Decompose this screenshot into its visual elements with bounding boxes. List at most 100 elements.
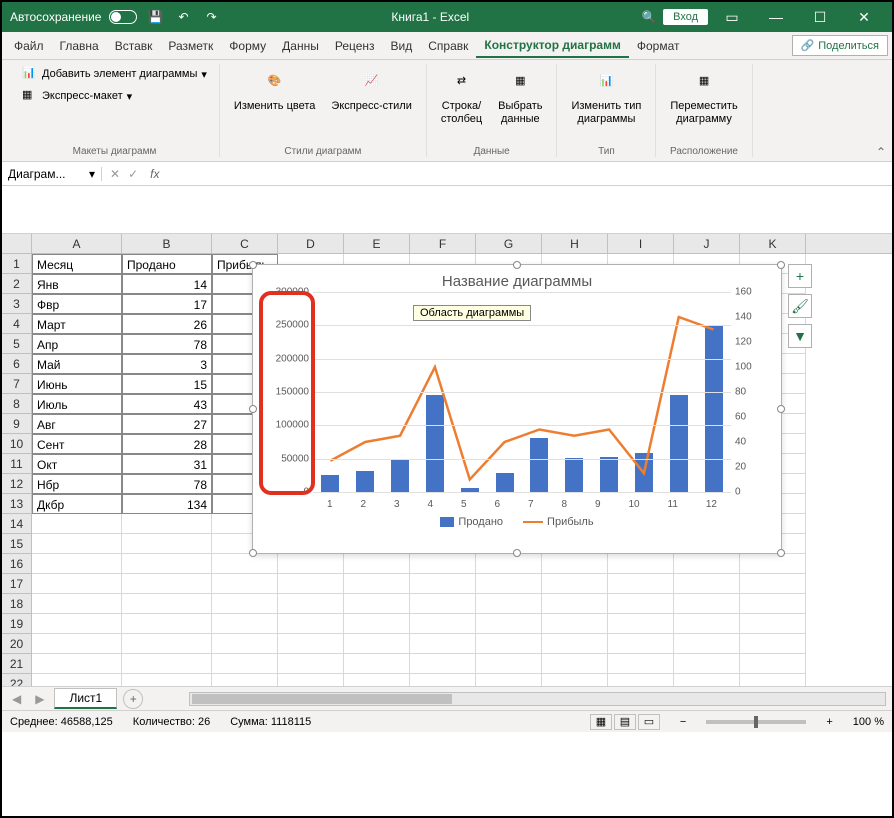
legend-line-item[interactable]: Прибыль <box>523 516 594 528</box>
add-chart-element-button[interactable]: 📊Добавить элемент диаграммы ▾ <box>18 64 211 84</box>
cell[interactable] <box>542 574 608 594</box>
col-header[interactable]: H <box>542 234 608 253</box>
cell[interactable] <box>608 614 674 634</box>
row-header[interactable]: 7 <box>2 374 32 394</box>
cell[interactable] <box>608 674 674 686</box>
tab-chart-design[interactable]: Конструктор диаграмм <box>476 34 628 58</box>
cell[interactable] <box>278 574 344 594</box>
cell[interactable] <box>542 554 608 574</box>
cell[interactable] <box>608 594 674 614</box>
row-header[interactable]: 16 <box>2 554 32 574</box>
col-header[interactable]: I <box>608 234 674 253</box>
cell[interactable] <box>278 594 344 614</box>
cell[interactable] <box>212 614 278 634</box>
cell[interactable] <box>278 674 344 686</box>
cell[interactable] <box>122 674 212 686</box>
tab-insert[interactable]: Вставк <box>107 35 161 57</box>
cell[interactable]: Июнь <box>32 374 122 394</box>
cell[interactable] <box>740 654 806 674</box>
cell[interactable] <box>740 594 806 614</box>
cell[interactable]: Продано <box>122 254 212 274</box>
zoom-thumb[interactable] <box>754 716 758 728</box>
row-header[interactable]: 4 <box>2 314 32 334</box>
cell[interactable]: Окт <box>32 454 122 474</box>
y-axis-right[interactable]: 020406080100120140160 <box>735 292 773 492</box>
cell[interactable]: Фвр <box>32 294 122 314</box>
col-header[interactable]: D <box>278 234 344 253</box>
cell[interactable] <box>542 634 608 654</box>
tab-format[interactable]: Формат <box>629 35 688 57</box>
cell[interactable] <box>212 674 278 686</box>
cell[interactable] <box>122 574 212 594</box>
cell[interactable] <box>476 594 542 614</box>
cell[interactable] <box>344 594 410 614</box>
cell[interactable] <box>542 594 608 614</box>
chart-filter-button[interactable]: ▼ <box>788 324 812 348</box>
cell[interactable]: 14 <box>122 274 212 294</box>
tab-file[interactable]: Файл <box>6 35 52 57</box>
col-header[interactable]: G <box>476 234 542 253</box>
row-header[interactable]: 9 <box>2 414 32 434</box>
cell[interactable] <box>212 594 278 614</box>
cell[interactable] <box>410 674 476 686</box>
row-header[interactable]: 12 <box>2 474 32 494</box>
chart-handle[interactable] <box>249 549 257 557</box>
cell[interactable] <box>542 654 608 674</box>
tab-review[interactable]: Реценз <box>327 35 383 57</box>
name-box-dropdown-icon[interactable]: ▾ <box>89 167 95 181</box>
cell[interactable] <box>674 654 740 674</box>
cell[interactable] <box>740 574 806 594</box>
cell[interactable] <box>476 614 542 634</box>
sheet-nav-prev[interactable]: ◀ <box>8 692 25 706</box>
cell[interactable] <box>212 554 278 574</box>
cell[interactable]: Май <box>32 354 122 374</box>
chart-elements-button[interactable]: + <box>788 264 812 288</box>
chart-plot-area[interactable]: 050000100000150000200000250000300000 020… <box>313 292 731 492</box>
cell[interactable] <box>344 554 410 574</box>
cell[interactable] <box>32 574 122 594</box>
search-icon[interactable]: 🔍 <box>639 7 659 27</box>
cell[interactable]: 15 <box>122 374 212 394</box>
cell[interactable]: 17 <box>122 294 212 314</box>
row-header[interactable]: 6 <box>2 354 32 374</box>
cell[interactable] <box>674 674 740 686</box>
cell[interactable] <box>410 614 476 634</box>
view-page-break-icon[interactable]: ▭ <box>638 714 660 730</box>
cell[interactable] <box>32 614 122 634</box>
row-header[interactable]: 20 <box>2 634 32 654</box>
row-header[interactable]: 19 <box>2 614 32 634</box>
sheet-nav-next[interactable]: ▶ <box>31 692 48 706</box>
select-data-button[interactable]: ▦Выбрать данные <box>492 64 548 128</box>
cell[interactable] <box>122 514 212 534</box>
cell[interactable]: Дкбр <box>32 494 122 514</box>
row-header[interactable]: 14 <box>2 514 32 534</box>
maximize-icon[interactable]: ☐ <box>800 3 840 31</box>
cell[interactable]: 27 <box>122 414 212 434</box>
cell[interactable] <box>476 674 542 686</box>
fx-icon[interactable]: fx <box>146 167 159 181</box>
row-header[interactable]: 15 <box>2 534 32 554</box>
tab-view[interactable]: Вид <box>383 35 421 57</box>
change-chart-type-button[interactable]: 📊Изменить тип диаграммы <box>565 64 647 128</box>
cell[interactable] <box>476 574 542 594</box>
cell[interactable]: 134 <box>122 494 212 514</box>
cell[interactable]: 28 <box>122 434 212 454</box>
tab-data[interactable]: Данны <box>274 35 327 57</box>
cell[interactable] <box>122 634 212 654</box>
cell[interactable] <box>476 554 542 574</box>
cell[interactable] <box>278 654 344 674</box>
row-header[interactable]: 10 <box>2 434 32 454</box>
minimize-icon[interactable]: — <box>756 3 796 31</box>
row-header[interactable]: 17 <box>2 574 32 594</box>
cell[interactable] <box>122 554 212 574</box>
formula-bar[interactable] <box>2 186 892 234</box>
cell[interactable] <box>212 574 278 594</box>
cell[interactable] <box>740 554 806 574</box>
chart-handle[interactable] <box>777 549 785 557</box>
cell[interactable] <box>278 554 344 574</box>
tab-formulas[interactable]: Форму <box>221 35 274 57</box>
row-header[interactable]: 13 <box>2 494 32 514</box>
fx-cancel-icon[interactable]: ✕ <box>110 167 120 181</box>
col-header[interactable]: B <box>122 234 212 253</box>
fx-confirm-icon[interactable]: ✓ <box>128 167 138 181</box>
